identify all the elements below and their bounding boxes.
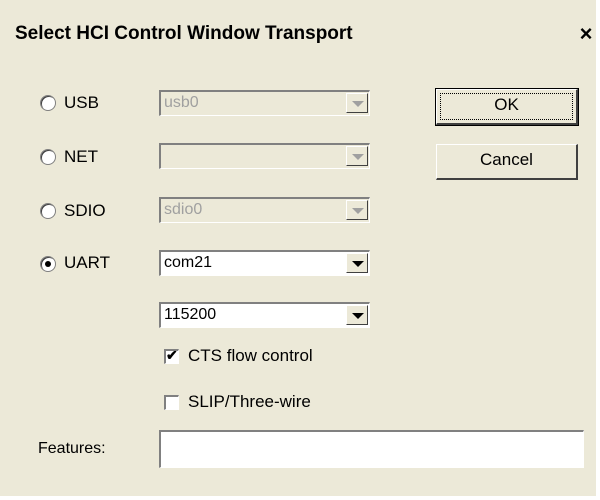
radio-net[interactable] <box>40 149 56 165</box>
dialog-title: Select HCI Control Window Transport <box>15 23 353 44</box>
radio-usb-label: USB <box>64 93 99 112</box>
chevron-down-icon <box>352 313 364 319</box>
chevron-down-icon <box>352 101 364 107</box>
chevron-down-icon <box>352 154 364 160</box>
radio-sdio-label: SDIO <box>64 201 106 220</box>
radio-selected-dot <box>45 261 51 267</box>
sdio-device-combo: sdio0 <box>159 197 370 223</box>
chevron-down-icon <box>352 261 364 267</box>
usb-device-dropdown-arrow <box>346 93 368 113</box>
baud-rate-value: 115200 <box>164 306 217 323</box>
ok-button-label: OK <box>494 95 519 114</box>
sdio-device-dropdown-arrow <box>346 200 368 220</box>
radio-net-label: NET <box>64 147 98 166</box>
net-device-dropdown-arrow <box>346 146 368 166</box>
slip-checkbox[interactable] <box>164 395 179 410</box>
net-device-combo <box>159 143 370 169</box>
usb-device-combo: usb0 <box>159 90 370 116</box>
uart-port-combo[interactable]: com21 <box>159 250 370 276</box>
radio-uart[interactable] <box>40 256 56 272</box>
features-label: Features: <box>38 440 106 457</box>
cancel-button[interactable]: Cancel <box>436 144 578 180</box>
uart-port-value: com21 <box>164 254 213 271</box>
ok-button[interactable]: OK <box>435 88 579 126</box>
chevron-down-icon <box>352 208 364 214</box>
slip-label: SLIP/Three-wire <box>188 392 311 411</box>
radio-sdio[interactable] <box>40 203 56 219</box>
cancel-button-label: Cancel <box>480 150 533 169</box>
usb-device-value: usb0 <box>164 94 199 111</box>
sdio-device-value: sdio0 <box>164 201 203 218</box>
dialog-window: Select HCI Control Window Transport × US… <box>0 0 598 498</box>
features-input[interactable] <box>159 430 584 468</box>
baud-rate-dropdown-arrow[interactable] <box>346 305 368 325</box>
radio-uart-label: UART <box>64 253 110 272</box>
checkmark-icon: ✔ <box>166 347 178 363</box>
cts-label: CTS flow control <box>188 346 313 365</box>
uart-port-dropdown-arrow[interactable] <box>346 253 368 273</box>
cts-checkbox[interactable]: ✔ <box>164 347 179 364</box>
close-icon[interactable]: × <box>574 19 598 49</box>
radio-usb[interactable] <box>40 95 56 111</box>
baud-rate-combo[interactable]: 115200 <box>159 302 370 328</box>
